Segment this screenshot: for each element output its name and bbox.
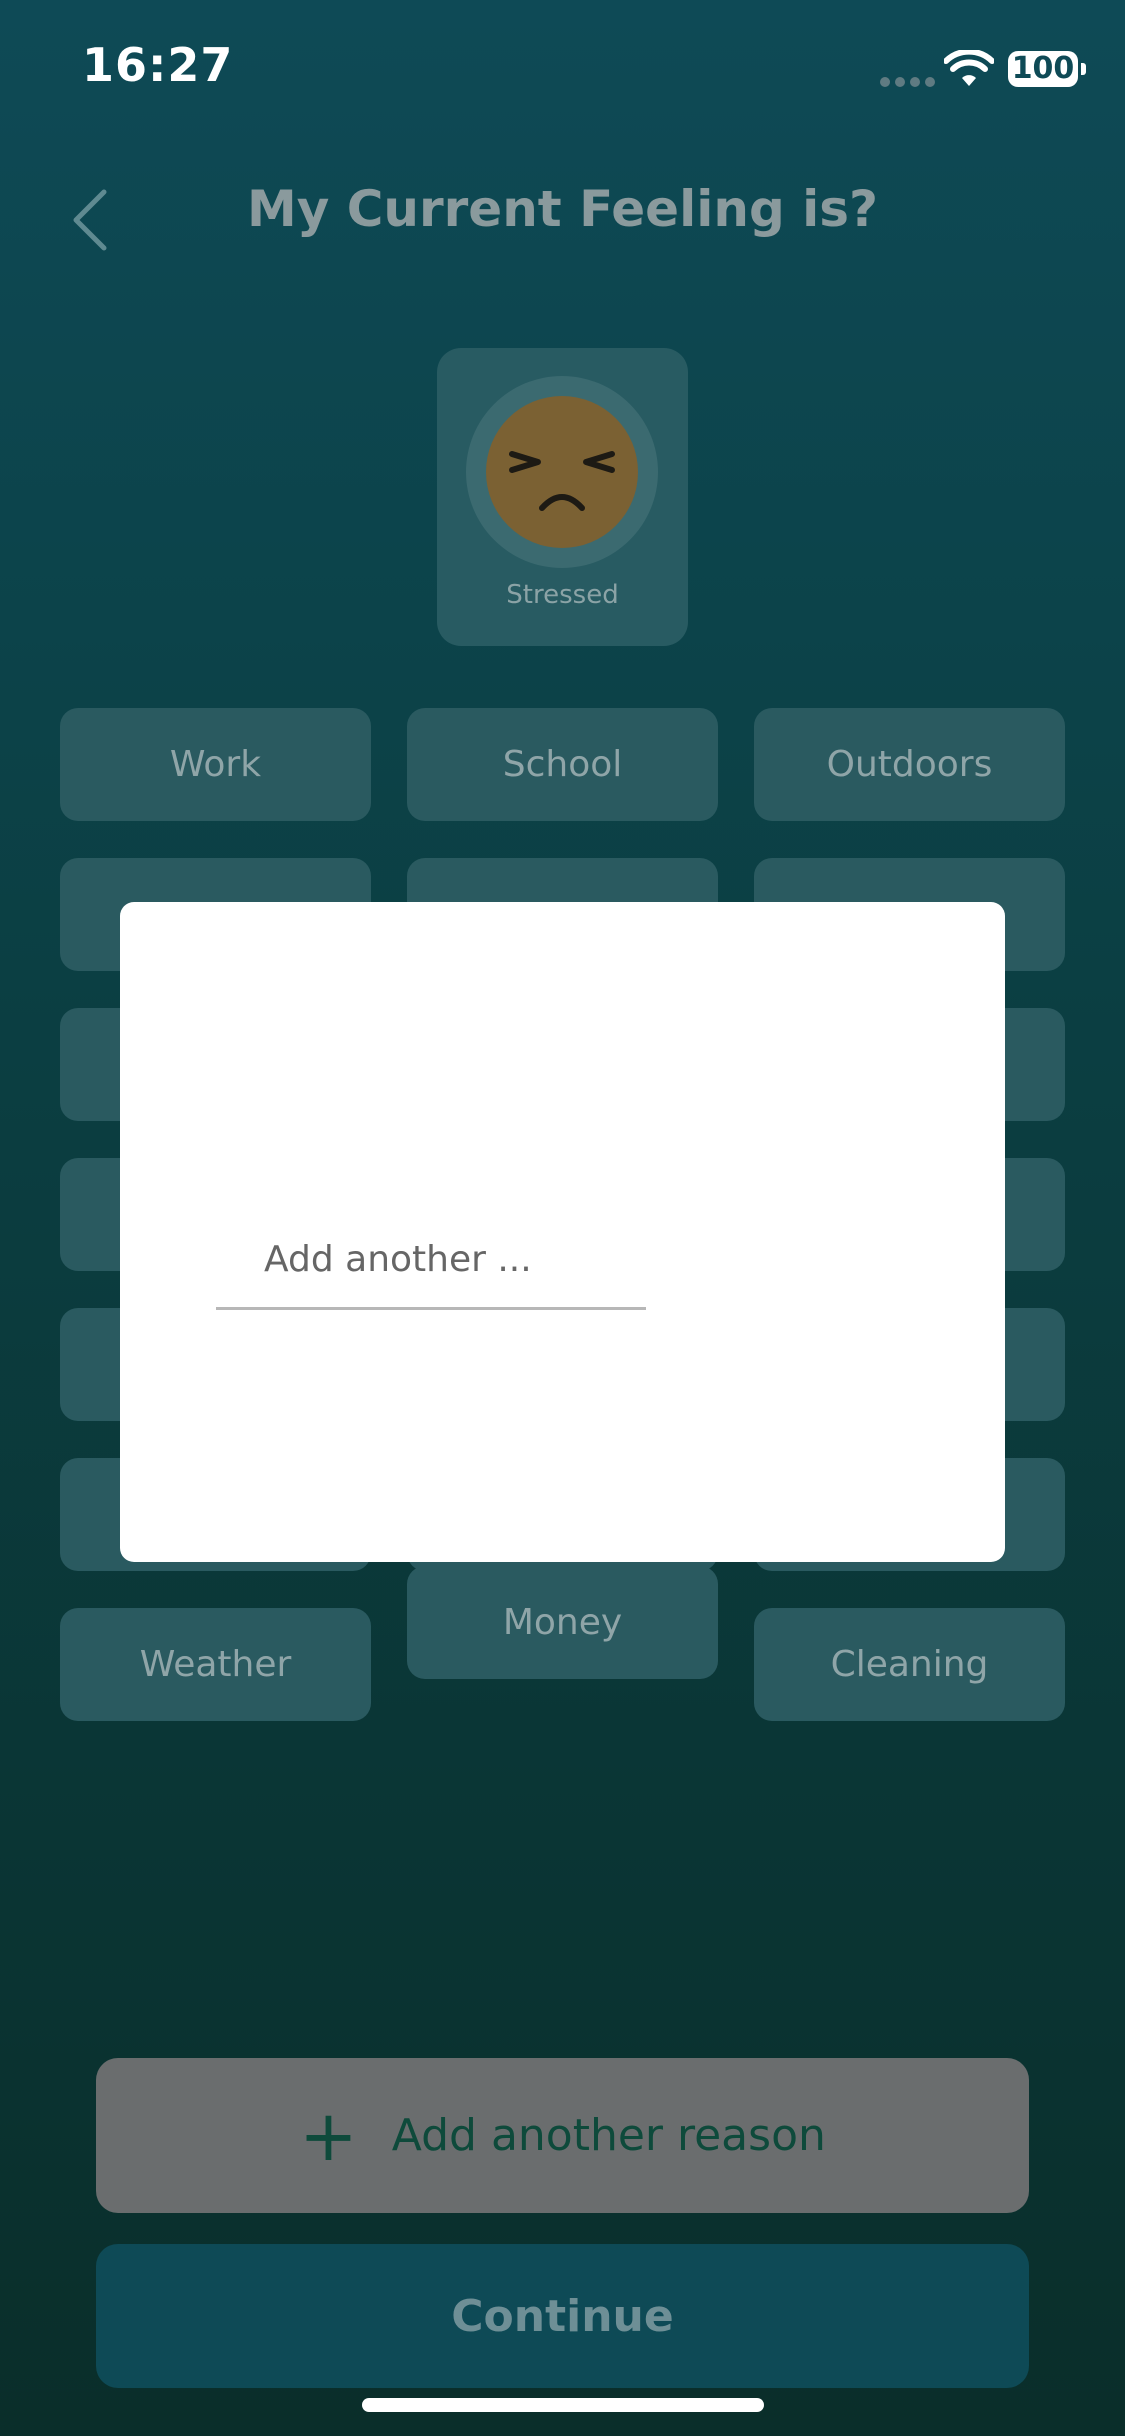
screen: 16:27 100 My Current Feeling is? Stresse…: [0, 0, 1125, 2436]
add-reason-button[interactable]: + Add another reason: [96, 2058, 1029, 2213]
battery-icon: 100: [1008, 51, 1086, 87]
chip-work[interactable]: Work: [60, 708, 371, 821]
cellular-signal-icon: [880, 72, 940, 91]
wifi-icon: [943, 48, 995, 92]
page-title: My Current Feeling is?: [246, 180, 879, 238]
chip-cleaning[interactable]: Cleaning: [754, 1608, 1065, 1721]
chip-weather[interactable]: Weather: [60, 1608, 371, 1721]
status-bar: 16:27 100: [0, 0, 1125, 140]
emoji-ring: [466, 376, 658, 568]
feeling-card[interactable]: Stressed: [437, 348, 688, 646]
stressed-emoji-icon: [486, 396, 638, 548]
chip-school[interactable]: School: [407, 708, 718, 821]
continue-button[interactable]: Continue: [96, 2244, 1029, 2388]
status-time: 16:27: [82, 38, 234, 92]
add-reason-label: Add another reason: [391, 2110, 826, 2161]
chip-outdoors[interactable]: Outdoors: [754, 708, 1065, 821]
add-reason-dialog: [120, 902, 1005, 1562]
add-reason-input[interactable]: [216, 1212, 646, 1310]
plus-icon: +: [299, 2094, 358, 2177]
home-indicator: [362, 2398, 764, 2412]
feeling-label: Stressed: [506, 580, 619, 610]
chip-money[interactable]: Money: [407, 1566, 718, 1679]
